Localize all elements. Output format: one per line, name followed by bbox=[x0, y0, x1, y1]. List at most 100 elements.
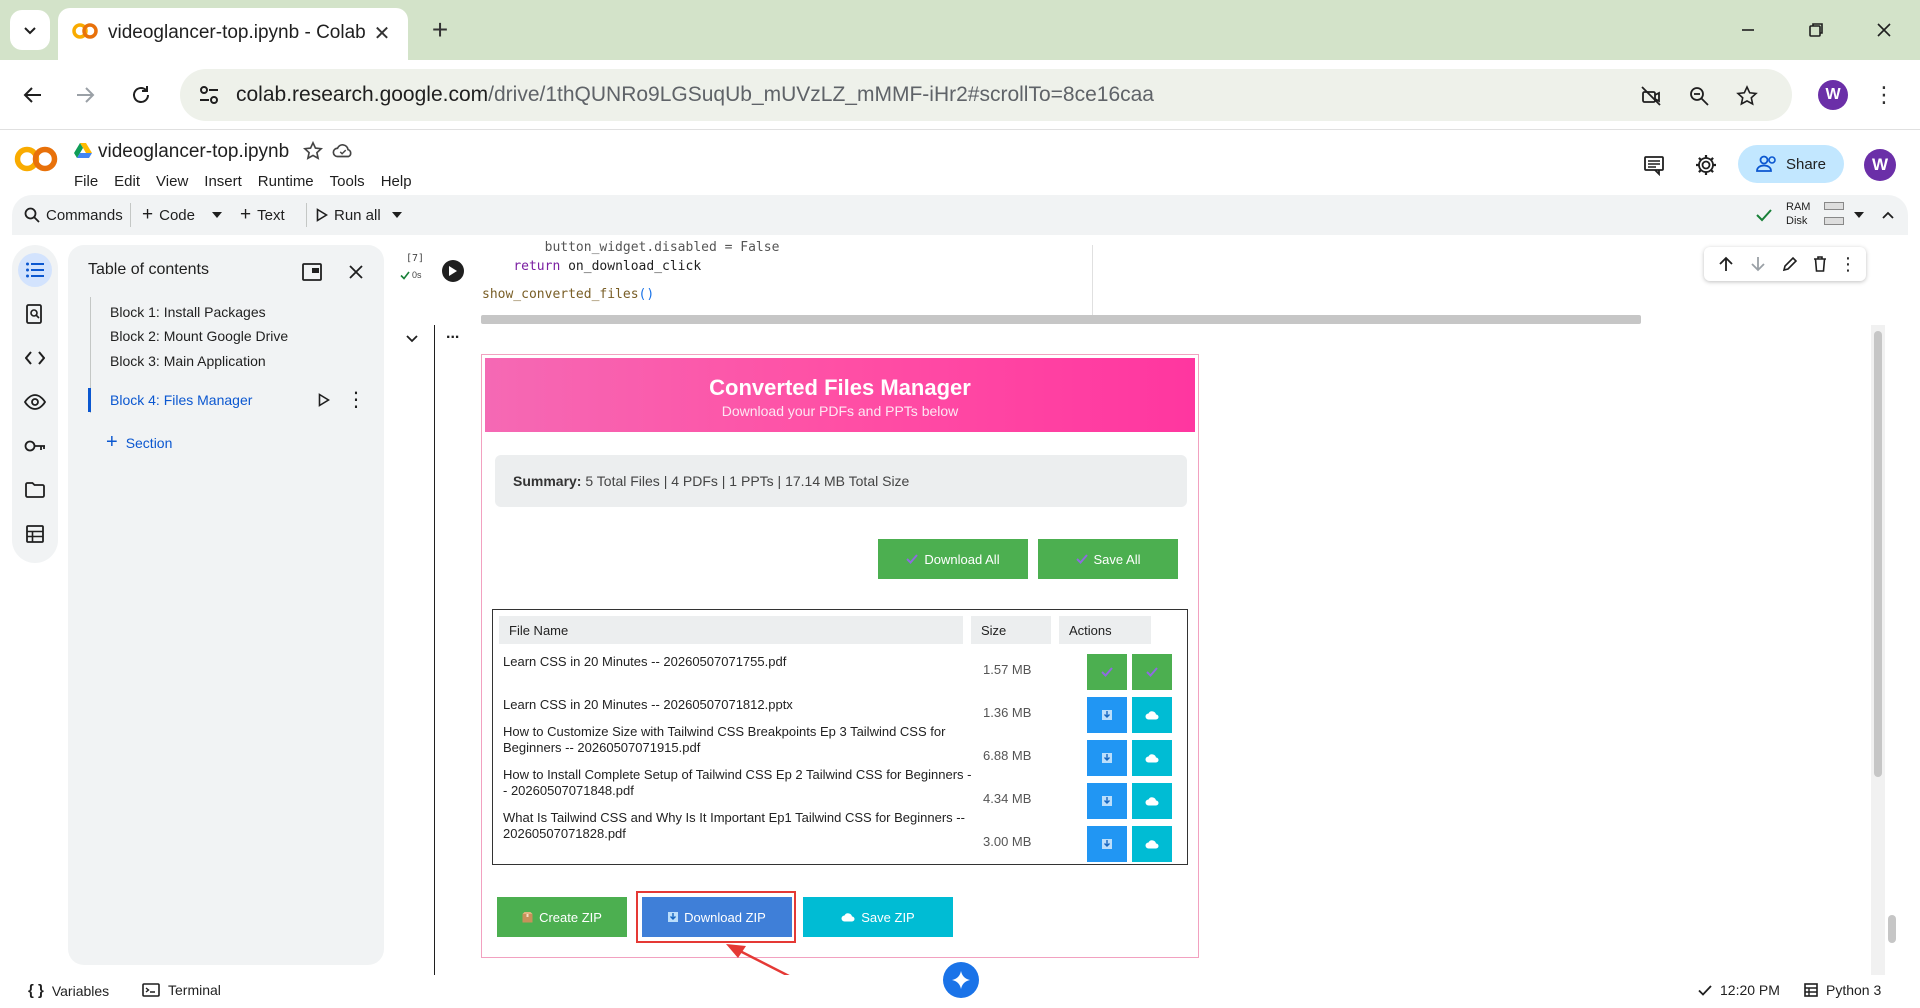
save-all-label: Save All bbox=[1093, 551, 1141, 567]
data-table-icon[interactable] bbox=[18, 517, 52, 551]
code-snippets-icon[interactable] bbox=[18, 341, 52, 375]
toc-item-block-4[interactable]: Block 4: Files Manager bbox=[110, 392, 252, 408]
file-size-cell: 1.57 MB bbox=[983, 662, 1032, 677]
new-tab-button[interactable]: + bbox=[424, 14, 456, 46]
execution-time-status[interactable]: 12:20 PM bbox=[1698, 982, 1780, 998]
close-window-button[interactable] bbox=[1866, 14, 1902, 46]
cloud-saved-icon[interactable] bbox=[332, 141, 354, 161]
toc-item-block-1[interactable]: Block 1: Install Packages bbox=[110, 304, 266, 320]
reload-button[interactable] bbox=[122, 76, 160, 114]
back-button[interactable] bbox=[14, 76, 52, 114]
runtime-dropdown[interactable] bbox=[1854, 204, 1864, 226]
run-all-dropdown[interactable] bbox=[392, 204, 402, 226]
menu-file[interactable]: File bbox=[74, 173, 106, 190]
save-to-drive-button[interactable] bbox=[1132, 697, 1172, 733]
address-bar[interactable]: colab.research.google.com/drive/1thQUNRo… bbox=[180, 69, 1792, 121]
minimize-button[interactable] bbox=[1730, 14, 1766, 46]
save-all-button[interactable]: Save All bbox=[1038, 539, 1178, 579]
download-file-button[interactable] bbox=[1087, 654, 1127, 690]
people-icon bbox=[1756, 155, 1776, 172]
add-section-button[interactable]: + Section bbox=[106, 431, 172, 454]
toc-item-more-icon[interactable]: ⋮ bbox=[346, 387, 366, 412]
scrollbar-thumb[interactable] bbox=[1874, 331, 1882, 777]
notebook-title[interactable]: videoglancer-top.ipynb bbox=[98, 141, 289, 163]
move-up-icon[interactable] bbox=[1716, 254, 1736, 274]
reload-icon bbox=[133, 86, 149, 103]
star-icon[interactable] bbox=[303, 141, 323, 161]
code-cell-editor[interactable]: button_widget.disabled = False return on… bbox=[438, 240, 1878, 325]
notebook-scrollbar-thumb[interactable] bbox=[1888, 915, 1896, 943]
secrets-key-icon[interactable] bbox=[18, 429, 52, 463]
terminal-button[interactable]: Terminal bbox=[142, 982, 221, 998]
ram-bar bbox=[1824, 202, 1844, 210]
menu-runtime[interactable]: Runtime bbox=[258, 173, 322, 190]
add-text-button[interactable]: + Text bbox=[240, 204, 285, 226]
download-file-button[interactable] bbox=[1087, 826, 1127, 862]
chrome-menu-icon[interactable]: ⋮ bbox=[1873, 80, 1895, 110]
toc-item-block-2[interactable]: Block 2: Mount Google Drive bbox=[110, 328, 288, 344]
download-file-button[interactable] bbox=[1087, 697, 1127, 733]
menu-tools[interactable]: Tools bbox=[330, 173, 373, 190]
browser-tab-active[interactable]: videoglancer-top.ipynb - Colab ✕ bbox=[58, 8, 408, 60]
code-horizontal-scrollbar[interactable] bbox=[481, 315, 1641, 324]
colab-logo-icon[interactable] bbox=[14, 145, 58, 173]
connected-check-icon[interactable] bbox=[1756, 204, 1772, 226]
run-all-button[interactable]: Run all bbox=[316, 204, 381, 226]
open-in-tab-icon[interactable] bbox=[302, 263, 322, 281]
restore-button[interactable] bbox=[1798, 14, 1834, 46]
code-dropdown-button[interactable] bbox=[212, 204, 222, 226]
gemini-assistant-button[interactable] bbox=[943, 962, 979, 998]
collapse-toolbar-button[interactable] bbox=[1882, 204, 1894, 226]
collapse-output-icon[interactable] bbox=[406, 335, 418, 343]
files-folder-icon[interactable] bbox=[18, 473, 52, 507]
runtime-status[interactable]: Python 3 bbox=[1804, 982, 1881, 998]
share-button[interactable]: Share bbox=[1738, 145, 1844, 183]
bookmark-star-icon[interactable] bbox=[1732, 81, 1762, 111]
save-to-drive-button[interactable] bbox=[1132, 740, 1172, 776]
edit-pen-icon[interactable] bbox=[1780, 254, 1800, 274]
settings-gear-icon[interactable] bbox=[1692, 151, 1720, 179]
save-to-drive-button[interactable] bbox=[1132, 783, 1172, 819]
chrome-profile-avatar[interactable]: W bbox=[1818, 80, 1848, 110]
save-zip-button[interactable]: Save ZIP bbox=[803, 897, 953, 937]
table-of-contents-icon[interactable] bbox=[18, 253, 52, 287]
commands-button[interactable]: Commands bbox=[24, 204, 123, 226]
menu-edit[interactable]: Edit bbox=[114, 173, 148, 190]
zoom-icon[interactable] bbox=[1684, 81, 1714, 111]
code-label: Code bbox=[159, 206, 195, 224]
close-panel-icon[interactable] bbox=[348, 264, 364, 280]
tab-close-icon[interactable]: ✕ bbox=[370, 21, 394, 45]
find-in-notebook-icon[interactable] bbox=[18, 297, 52, 331]
output-actions-icon[interactable]: ... bbox=[446, 325, 459, 343]
camera-off-icon[interactable] bbox=[1636, 81, 1666, 111]
add-code-button[interactable]: + Code bbox=[142, 204, 195, 226]
plus-icon: + bbox=[106, 431, 118, 453]
delete-icon[interactable] bbox=[1810, 254, 1830, 274]
run-section-icon[interactable] bbox=[318, 393, 330, 407]
create-zip-button[interactable]: Create ZIP bbox=[497, 897, 627, 937]
toc-item-block-3[interactable]: Block 3: Main Application bbox=[110, 353, 266, 369]
download-file-button[interactable] bbox=[1087, 783, 1127, 819]
tab-search-button[interactable] bbox=[10, 10, 50, 50]
variables-inspector-icon[interactable] bbox=[18, 385, 52, 419]
forward-button[interactable] bbox=[66, 76, 104, 114]
save-zip-label: Save ZIP bbox=[861, 909, 915, 925]
resource-monitor[interactable]: RAM Disk bbox=[1786, 200, 1844, 228]
download-all-button[interactable]: Download All bbox=[878, 539, 1028, 579]
menu-help[interactable]: Help bbox=[381, 173, 420, 190]
cloud-icon bbox=[1145, 710, 1159, 719]
save-file-button[interactable] bbox=[1132, 654, 1172, 690]
braces-icon: { } bbox=[28, 982, 44, 999]
cell-more-icon[interactable]: ⋮ bbox=[1838, 254, 1858, 274]
toc-title: Table of contents bbox=[88, 261, 209, 278]
colab-profile-avatar[interactable]: W bbox=[1864, 149, 1896, 181]
menu-insert[interactable]: Insert bbox=[204, 173, 250, 190]
save-to-drive-button[interactable] bbox=[1132, 826, 1172, 862]
output-vertical-scrollbar[interactable] bbox=[1871, 325, 1885, 975]
move-down-icon[interactable] bbox=[1748, 254, 1768, 274]
commands-label: Commands bbox=[46, 206, 123, 224]
variables-button[interactable]: { } Variables bbox=[28, 982, 109, 999]
download-file-button[interactable] bbox=[1087, 740, 1127, 776]
comments-icon[interactable] bbox=[1640, 151, 1668, 179]
menu-view[interactable]: View bbox=[156, 173, 196, 190]
